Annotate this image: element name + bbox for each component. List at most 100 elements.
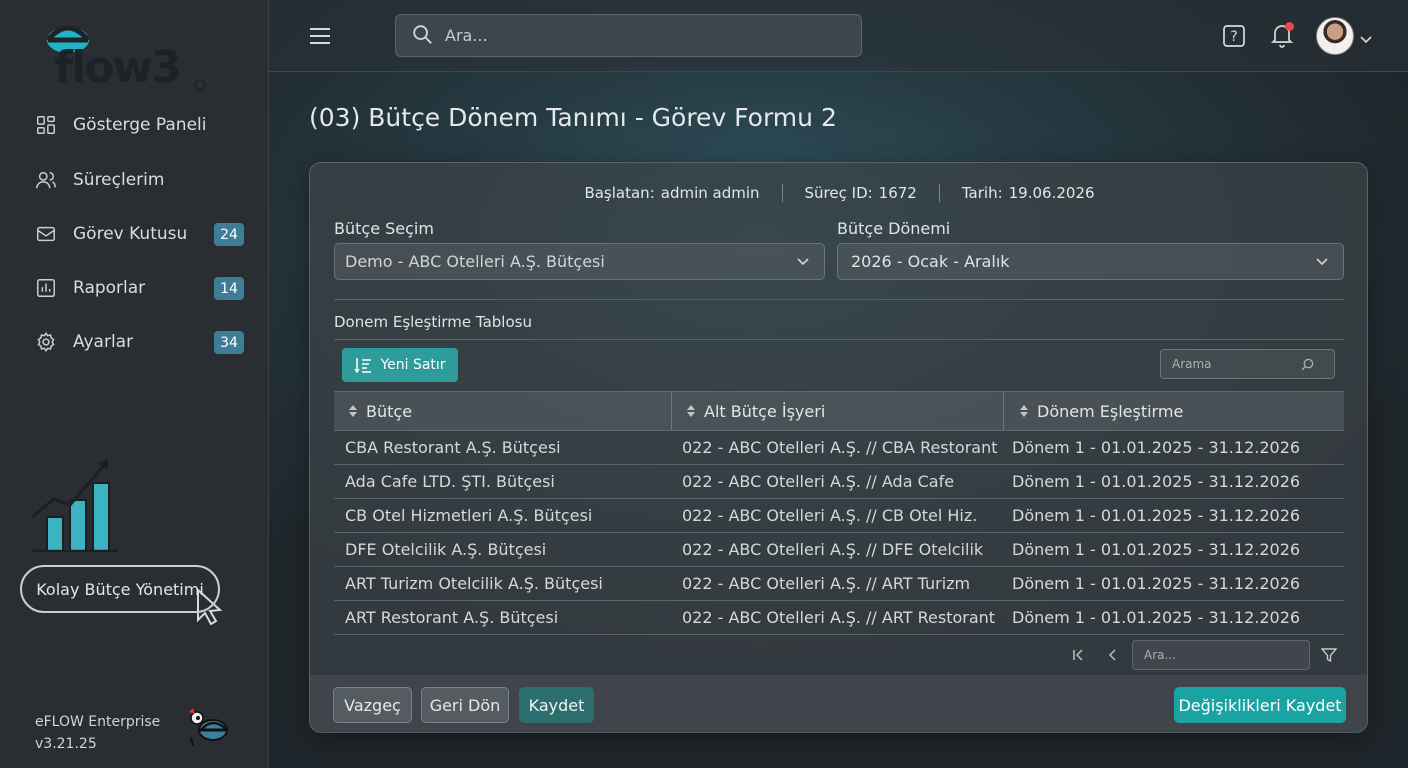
period-mapping-table: Bütçe Alt Bütçe İşyeri Dönem Eşleştirme … bbox=[334, 391, 1344, 635]
pager-search[interactable] bbox=[1132, 640, 1310, 670]
process-id-value: 1672 bbox=[878, 184, 917, 202]
process-date: Tarih: 19.06.2026 bbox=[940, 184, 1117, 202]
search-icon bbox=[1301, 358, 1314, 371]
sidebar: flow3 Gösterge Paneli Süreçlerim Görev K… bbox=[0, 0, 269, 768]
cell-budget: ART Turizm Otelcilik A.Ş. Bütçesi bbox=[345, 574, 603, 593]
table-row[interactable]: ART Restorant A.Ş. Bütçesi 022 - ABC Ote… bbox=[334, 601, 1344, 635]
save-changes-button[interactable]: Değişiklikleri Kaydet bbox=[1174, 687, 1346, 723]
eflow-logo[interactable]: flow3 bbox=[40, 18, 220, 98]
users-icon bbox=[34, 168, 58, 192]
version-number: v3.21.25 bbox=[35, 736, 97, 752]
column-header-period-mapping[interactable]: Dönem Eşleştirme bbox=[1004, 392, 1344, 430]
mascot-logo bbox=[183, 704, 233, 748]
section-divider bbox=[334, 339, 1344, 340]
cell-budget: ART Restorant A.Ş. Bütçesi bbox=[345, 608, 559, 627]
top-bar: ? bbox=[269, 0, 1408, 72]
process-id: Süreç ID: 1672 bbox=[783, 184, 939, 202]
version-name: eFLOW Enterprise bbox=[35, 714, 161, 730]
cell-budget: CBA Restorant A.Ş. Bütçesi bbox=[345, 438, 561, 457]
cell-budget: Ada Cafe LTD. ŞTI. Bütçesi bbox=[345, 472, 555, 491]
table-row[interactable]: DFE Otelcilik A.Ş. Bütçesi 022 - ABC Ote… bbox=[334, 533, 1344, 567]
cell-period: Dönem 1 - 01.01.2025 - 31.12.2026 bbox=[1012, 506, 1301, 525]
promo-banner[interactable]: Kolay Bütçe Yönetimi bbox=[18, 455, 233, 630]
table-row[interactable]: CB Otel Hizmetleri A.Ş. Bütçesi 022 - AB… bbox=[334, 499, 1344, 533]
pager-search-input[interactable] bbox=[1133, 641, 1303, 669]
table-row[interactable]: CBA Restorant A.Ş. Bütçesi 022 - ABC Ote… bbox=[334, 431, 1344, 465]
save-button[interactable]: Kaydet bbox=[519, 687, 594, 723]
budget-period-label: Bütçe Dönemi bbox=[837, 219, 951, 238]
cell-budget: CB Otel Hizmetleri A.Ş. Bütçesi bbox=[345, 506, 593, 525]
cancel-button[interactable]: Vazgeç bbox=[333, 687, 412, 723]
sidebar-item-settings[interactable]: Ayarlar 34 bbox=[34, 325, 246, 359]
user-avatar[interactable] bbox=[1316, 17, 1354, 55]
hamburger-menu-icon[interactable] bbox=[308, 24, 332, 48]
help-icon[interactable]: ? bbox=[1223, 24, 1245, 48]
section-divider bbox=[334, 299, 1344, 300]
date-value: 19.06.2026 bbox=[1008, 184, 1095, 202]
svg-text:?: ? bbox=[1230, 29, 1237, 45]
notification-dot bbox=[1285, 22, 1294, 31]
sidebar-item-label: Raporlar bbox=[73, 278, 146, 298]
column-label: Dönem Eşleştirme bbox=[1037, 401, 1184, 421]
chevron-down-icon[interactable] bbox=[1360, 30, 1372, 44]
budget-select-label: Bütçe Seçim bbox=[334, 219, 434, 238]
sort-icon bbox=[687, 405, 695, 417]
table-header: Bütçe Alt Bütçe İşyeri Dönem Eşleştirme bbox=[334, 391, 1344, 431]
started-by-label: Başlatan: bbox=[584, 184, 655, 202]
budget-select-value: Demo - ABC Otelleri A.Ş. Bütçesi bbox=[345, 252, 605, 271]
column-label: Bütçe bbox=[366, 401, 413, 421]
sidebar-item-label: Gösterge Paneli bbox=[73, 115, 207, 135]
budget-period-dropdown[interactable]: 2026 - Ocak - Aralık bbox=[837, 243, 1344, 280]
table-row[interactable]: ART Turizm Otelcilik A.Ş. Bütçesi 022 - … bbox=[334, 567, 1344, 601]
global-search-input[interactable] bbox=[445, 26, 825, 45]
table-row[interactable]: Ada Cafe LTD. ŞTI. Bütçesi 022 - ABC Ote… bbox=[334, 465, 1344, 499]
reports-count-badge: 14 bbox=[214, 277, 244, 300]
cell-budget: DFE Otelcilik A.Ş. Bütçesi bbox=[345, 540, 547, 559]
add-row-label: Yeni Satır bbox=[380, 357, 446, 373]
chevron-down-icon bbox=[797, 257, 809, 265]
dashboard-icon bbox=[34, 113, 58, 137]
previous-page-icon[interactable] bbox=[1106, 648, 1120, 662]
table-search-input[interactable] bbox=[1161, 357, 1301, 371]
inbox-icon bbox=[34, 222, 58, 246]
budget-select-dropdown[interactable]: Demo - ABC Otelleri A.Ş. Bütçesi bbox=[334, 243, 825, 280]
date-label: Tarih: bbox=[961, 184, 1003, 202]
search-icon bbox=[396, 23, 445, 49]
cell-sub-budget: 022 - ABC Otelleri A.Ş. // ART Turizm bbox=[682, 574, 971, 593]
column-header-budget[interactable]: Bütçe bbox=[334, 392, 672, 430]
table-search[interactable] bbox=[1160, 349, 1335, 379]
cell-sub-budget: 022 - ABC Otelleri A.Ş. // CB Otel Hiz. bbox=[682, 506, 978, 525]
column-header-sub-budget[interactable]: Alt Bütçe İşyeri bbox=[672, 392, 1004, 430]
process-id-label: Süreç ID: bbox=[804, 184, 873, 202]
cell-period: Dönem 1 - 01.01.2025 - 31.12.2026 bbox=[1012, 438, 1301, 457]
global-search[interactable] bbox=[395, 14, 862, 57]
sidebar-item-label: Süreçlerim bbox=[73, 170, 165, 190]
svg-text:flow3: flow3 bbox=[54, 42, 180, 93]
sidebar-item-processes[interactable]: Süreçlerim bbox=[34, 163, 246, 197]
table-section-title: Donem Eşleştirme Tablosu bbox=[334, 313, 532, 331]
gear-icon bbox=[34, 330, 58, 354]
column-label: Alt Bütçe İşyeri bbox=[704, 401, 826, 421]
filter-icon[interactable] bbox=[1321, 647, 1337, 663]
inbox-count-badge: 24 bbox=[214, 223, 244, 246]
first-page-icon[interactable] bbox=[1072, 648, 1086, 662]
sort-icon bbox=[349, 405, 357, 417]
sidebar-item-reports[interactable]: Raporlar 14 bbox=[34, 271, 246, 305]
cell-period: Dönem 1 - 01.01.2025 - 31.12.2026 bbox=[1012, 472, 1301, 491]
cell-period: Dönem 1 - 01.01.2025 - 31.12.2026 bbox=[1012, 574, 1301, 593]
sidebar-item-dashboard[interactable]: Gösterge Paneli bbox=[34, 108, 246, 142]
started-by: Başlatan: admin admin bbox=[562, 184, 781, 202]
cell-sub-budget: 022 - ABC Otelleri A.Ş. // Ada Cafe bbox=[682, 472, 955, 491]
sidebar-item-inbox[interactable]: Görev Kutusu 24 bbox=[34, 217, 246, 251]
cell-sub-budget: 022 - ABC Otelleri A.Ş. // DFE Otelcilik bbox=[682, 540, 984, 559]
budget-period-value: 2026 - Ocak - Aralık bbox=[851, 252, 1010, 271]
cell-period: Dönem 1 - 01.01.2025 - 31.12.2026 bbox=[1012, 608, 1301, 627]
process-meta: Başlatan: admin admin Süreç ID: 1672 Tar… bbox=[310, 181, 1369, 205]
cell-sub-budget: 022 - ABC Otelleri A.Ş. // ART Restorant bbox=[682, 608, 996, 627]
page-title: (03) Bütçe Dönem Tanımı - Görev Formu 2 bbox=[309, 103, 837, 132]
promo-label: Kolay Bütçe Yönetimi bbox=[20, 565, 220, 613]
sidebar-item-label: Görev Kutusu bbox=[73, 224, 188, 244]
sidebar-item-label: Ayarlar bbox=[73, 332, 134, 352]
add-row-button[interactable]: Yeni Satır bbox=[342, 348, 458, 382]
back-button[interactable]: Geri Dön bbox=[421, 687, 509, 723]
